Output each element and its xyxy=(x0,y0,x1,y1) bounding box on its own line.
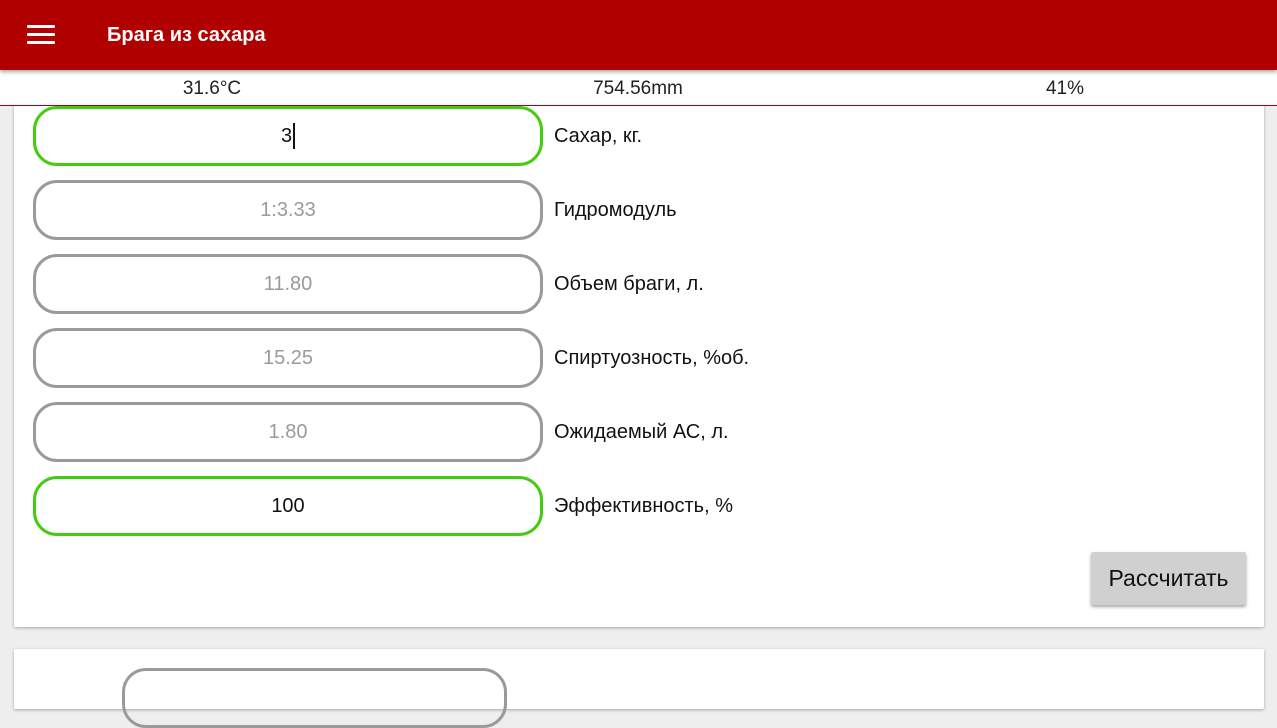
form-row-expected-alcohol: 1.80 Ожидаемый АС, л. xyxy=(33,402,729,462)
efficiency-label: Эффективность, % xyxy=(554,494,733,517)
calculator-card: 3 Сахар, кг. 1:3.33 Гидромодуль 11.80 Об… xyxy=(14,98,1264,627)
temperature-readout: 31.6°C xyxy=(182,78,242,99)
form-row-efficiency: 100 Эффективность, % xyxy=(33,476,733,536)
hydromodule-field[interactable]: 1:3.33 xyxy=(33,180,543,240)
mash-volume-field[interactable]: 11.80 xyxy=(33,254,543,314)
hydromodule-label: Гидромодуль xyxy=(554,198,677,221)
efficiency-input[interactable]: 100 xyxy=(33,476,543,536)
secondary-card xyxy=(14,649,1264,728)
app-bar: Брага из сахара xyxy=(0,0,1277,70)
calculate-button[interactable]: Рассчитать xyxy=(1091,552,1246,605)
sugar-input[interactable]: 3 xyxy=(33,106,543,166)
text-cursor xyxy=(293,123,296,149)
app-title: Брага из сахара xyxy=(107,23,266,46)
secondary-input[interactable] xyxy=(122,668,507,728)
form-row-sugar: 3 Сахар, кг. xyxy=(33,106,642,166)
form-row-mash-volume: 11.80 Объем браги, л. xyxy=(33,254,704,314)
hamburger-menu-icon xyxy=(27,25,55,45)
form-row-alcohol-strength: 15.25 Спиртуозность, %об. xyxy=(33,328,749,388)
humidity-readout: 41% xyxy=(1045,78,1085,99)
sensor-status-bar: 31.6°C 754.56mm 41% xyxy=(0,70,1277,106)
mash-volume-label: Объем браги, л. xyxy=(554,272,704,295)
sugar-input-value: 3 xyxy=(280,124,293,147)
pressure-readout: 754.56mm xyxy=(593,78,683,99)
expected-alcohol-label: Ожидаемый АС, л. xyxy=(554,420,729,443)
alcohol-strength-field[interactable]: 15.25 xyxy=(33,328,543,388)
menu-button[interactable] xyxy=(0,0,82,70)
form-row-hydromodule: 1:3.33 Гидромодуль xyxy=(33,180,677,240)
expected-alcohol-field[interactable]: 1.80 xyxy=(33,402,543,462)
alcohol-strength-label: Спиртуозность, %об. xyxy=(554,346,750,369)
sugar-label: Сахар, кг. xyxy=(554,124,643,147)
